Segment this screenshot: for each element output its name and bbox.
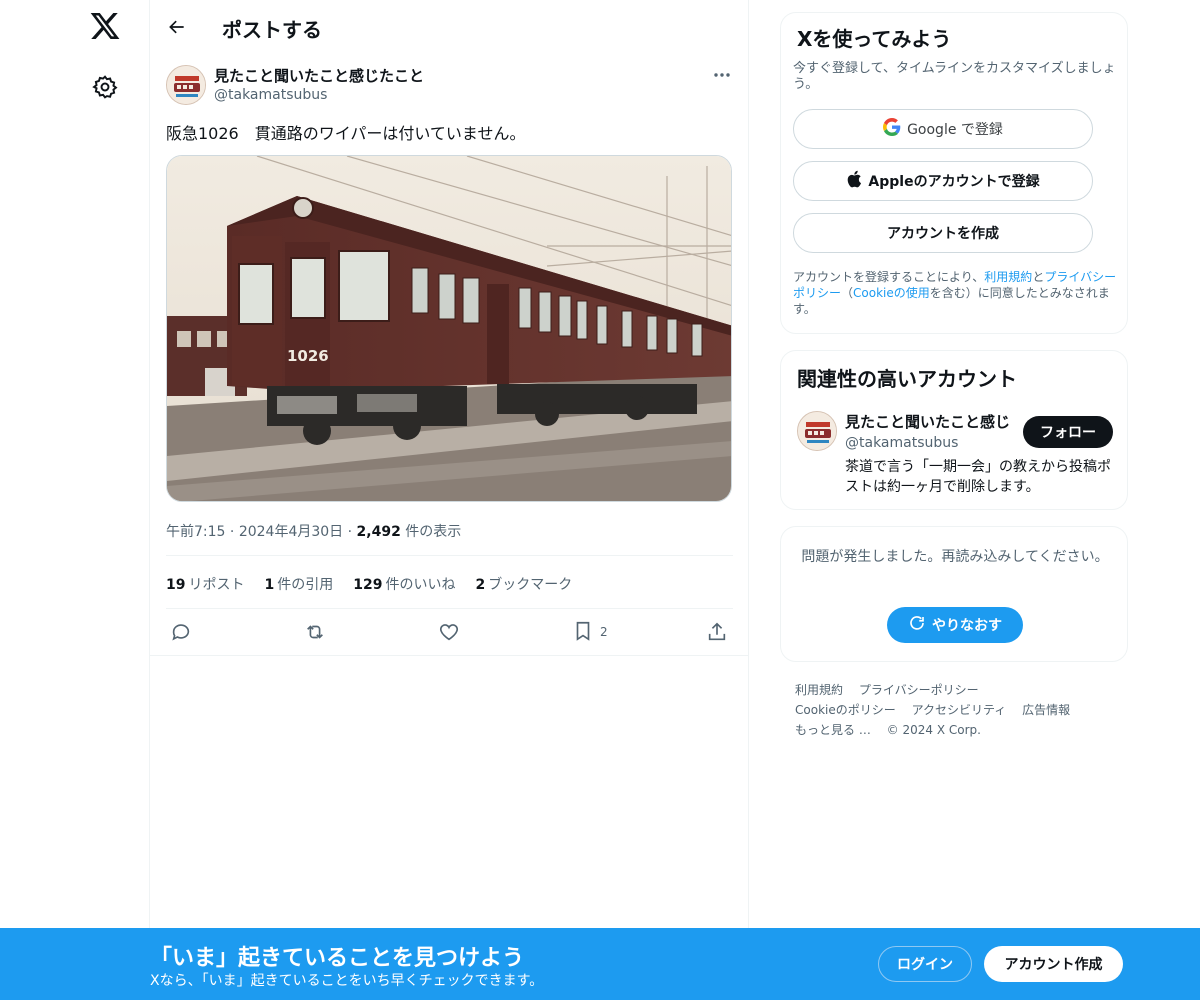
google-signup-button[interactable]: Google で登録	[793, 109, 1093, 149]
apple-icon	[846, 170, 862, 192]
train-number-label: 1026	[287, 347, 329, 365]
post-text: 阪急1026 貫通路のワイパーは付いていません。	[166, 124, 526, 143]
signup-legal-text: アカウントを登録することにより、利用規約とプライバシーポリシー（Cookieの使…	[793, 270, 1117, 316]
footer-link-more[interactable]: もっと見る …	[795, 723, 871, 737]
post-header: ポストする	[150, 0, 749, 54]
stat-likes[interactable]: 129 件のいいね	[353, 574, 455, 594]
share-icon[interactable]	[706, 620, 728, 644]
error-card: 問題が発生しました。再読み込みしてください。 やりなおす	[780, 526, 1128, 662]
repost-icon[interactable]	[304, 620, 326, 644]
related-bio: 茶道で言う「一期一会」の教えから投稿ポストは約一ヶ月で削除します。	[845, 459, 1111, 495]
google-signup-label: Google で登録	[907, 122, 1003, 138]
signup-banner: 「いま」起きていることを見つけよう Xなら、「いま」起きていることをいち早くチェ…	[0, 928, 1200, 1000]
refresh-icon	[908, 614, 926, 636]
signup-title: Xを使ってみよう	[797, 27, 952, 51]
bookmark-count: 2	[600, 625, 608, 639]
retry-button[interactable]: やりなおす	[887, 607, 1023, 643]
author-avatar[interactable]	[166, 65, 206, 105]
footer-link-accessibility[interactable]: アクセシビリティ	[912, 703, 1007, 717]
left-rail	[0, 0, 150, 1000]
related-handle[interactable]: @takamatsubus	[845, 435, 958, 451]
post-photo[interactable]: 1026	[166, 155, 732, 502]
author-name[interactable]: 見たこと聞いたこと感じたこと	[214, 65, 424, 86]
page-title: ポストする	[222, 18, 322, 42]
footer-link-cookie[interactable]: Cookieのポリシー	[795, 703, 896, 717]
views-count: 2,492	[356, 524, 401, 540]
footer-link-privacy[interactable]: プライバシーポリシー	[859, 683, 979, 697]
error-message: 問題が発生しました。再読み込みしてください。	[801, 549, 1109, 565]
related-title: 関連性の高いアカウント	[797, 367, 1017, 391]
like-heart-icon[interactable]	[438, 620, 460, 644]
more-options-icon[interactable]	[711, 66, 733, 84]
post-time[interactable]: 午前7:15	[166, 524, 225, 540]
reply-icon[interactable]	[170, 620, 192, 644]
signup-subtitle: 今すぐ登録して、タイムラインをカスタマイズしましょう。	[793, 61, 1116, 92]
related-avatar[interactable]	[797, 411, 837, 451]
back-arrow-icon[interactable]	[164, 14, 190, 40]
footer-links: 利用規約 プライバシーポリシー Cookieのポリシー アクセシビリティ 広告情…	[795, 680, 1125, 740]
stat-bookmarks[interactable]: 2 ブックマーク	[475, 574, 572, 594]
views-label: 件の表示	[405, 524, 462, 540]
apple-signup-button[interactable]: Appleのアカウントで登録	[793, 161, 1093, 201]
settings-gear-icon[interactable]	[92, 74, 118, 100]
post-actions: 2	[150, 616, 749, 648]
divider	[150, 655, 749, 656]
create-account-banner-button[interactable]: アカウント作成	[984, 946, 1123, 982]
main-column: ポストする 見たこと聞いたこと感じたこと @takamatsubus 阪急102…	[150, 0, 749, 1000]
login-button[interactable]: ログイン	[878, 946, 972, 982]
stat-reposts[interactable]: 19 リポスト	[166, 574, 244, 594]
x-logo-icon[interactable]	[89, 10, 121, 42]
apple-signup-label: Appleのアカウントで登録	[868, 174, 1040, 190]
post-stats: 19 リポスト 1 件の引用 129 件のいいね 2 ブックマーク	[166, 574, 572, 594]
footer-link-terms[interactable]: 利用規約	[795, 683, 843, 697]
cookie-link[interactable]: Cookieの使用	[853, 286, 930, 300]
footer-link-ads[interactable]: 広告情報	[1022, 703, 1070, 717]
banner-subtitle: Xなら、「いま」起きていることをいち早くチェックできます。	[150, 973, 544, 989]
related-name[interactable]: 見たこと聞いたこと感じ	[845, 411, 1010, 432]
divider	[166, 608, 733, 609]
bookmark-icon	[572, 620, 594, 645]
divider	[166, 555, 733, 556]
author-handle[interactable]: @takamatsubus	[214, 87, 327, 103]
banner-title: 「いま」起きていることを見つけよう	[150, 946, 525, 971]
google-g-icon	[883, 118, 901, 140]
stat-quotes[interactable]: 1 件の引用	[264, 574, 333, 594]
create-account-button[interactable]: アカウントを作成	[793, 213, 1093, 253]
signup-card: Xを使ってみよう 今すぐ登録して、タイムラインをカスタマイズしましょう。 Goo…	[780, 12, 1128, 334]
post-meta: 午前7:15 · 2024年4月30日 · 2,492 件の表示	[166, 524, 462, 540]
bookmark-button[interactable]: 2	[572, 620, 608, 644]
post-date[interactable]: 2024年4月30日	[239, 524, 343, 540]
related-accounts-card: 関連性の高いアカウント 見たこと聞いたこと感じ @takamatsubus フォ…	[780, 350, 1128, 510]
follow-button[interactable]: フォロー	[1023, 416, 1113, 448]
terms-link[interactable]: 利用規約	[984, 270, 1032, 284]
footer-copyright: © 2024 X Corp.	[886, 723, 981, 737]
